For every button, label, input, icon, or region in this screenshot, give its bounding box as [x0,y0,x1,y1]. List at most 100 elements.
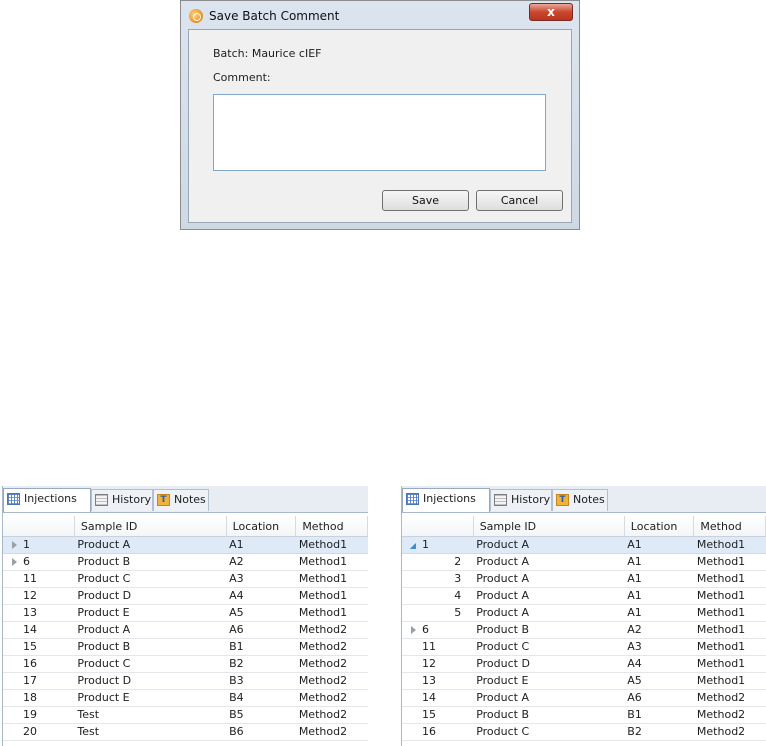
cell-method: Method2 [295,638,368,656]
cell-injection-id: 18 [3,689,75,707]
cell-location: A6 [624,689,694,707]
column-header-id[interactable] [3,516,75,537]
cell-injection-id: 12 [3,587,75,605]
history-icon [494,494,507,506]
notes-icon: T [556,494,569,506]
table-header-row: Sample ID Location Method [3,516,368,537]
history-icon [95,494,108,506]
table-row[interactable]: 5 Product A A1 Method1 [402,604,766,622]
table-row[interactable]: 15 Product B B1 Method2 [3,638,368,656]
save-batch-comment-dialog: Save Batch Comment x Batch: Maurice cIEF… [180,0,580,230]
cell-sample-id: Product A [74,536,227,554]
table-row[interactable]: 6 Product B A2 Method1 [402,621,766,639]
table-row[interactable]: 13 Product E A5 Method1 [402,672,766,690]
cell-sample-id: Product A [473,604,625,622]
column-header-location[interactable]: Location [624,516,695,537]
tab-notes[interactable]: T Notes [153,489,209,511]
cell-injection-id: 4 [402,587,474,605]
save-button[interactable]: Save [382,190,469,211]
table-row[interactable]: 14 Product A A6 Method2 [3,621,368,639]
cell-location: A5 [226,604,296,622]
close-button[interactable]: x [529,3,573,21]
table-row[interactable]: 20 Test B6 Method2 [3,723,368,741]
cell-sample-id: Product C [74,570,227,588]
cell-method: Method1 [693,536,766,554]
cell-injection-id: 6 [3,553,75,571]
cell-method: Method1 [693,604,766,622]
cell-injection-id: 2 [402,553,474,571]
column-header-sample-id[interactable]: Sample ID [74,516,227,537]
cell-location: B3 [226,672,296,690]
cell-method: Method2 [693,689,766,707]
column-header-sample-id[interactable]: Sample ID [473,516,625,537]
table-row[interactable]: 3 Product A A1 Method1 [402,570,766,588]
cell-injection-id: 13 [402,672,474,690]
table-row[interactable]: 18 Product E B4 Method2 [3,689,368,707]
cell-location: A4 [624,655,694,673]
tab-injections[interactable]: Injections [402,488,490,512]
close-icon: x [547,5,555,19]
cell-injection-id: 1 [3,536,75,554]
table-row[interactable]: 16 Product C B2 Method2 [402,723,766,741]
cell-location: A1 [624,536,694,554]
column-header-method[interactable]: Method [295,516,368,537]
cell-sample-id: Product C [74,655,227,673]
tab-label: Injections [423,492,476,505]
table-row[interactable]: 13 Product E A5 Method1 [3,604,368,622]
cell-sample-id: Product E [74,604,227,622]
table-row[interactable]: 2 Product A A1 Method1 [402,553,766,571]
column-header-location[interactable]: Location [226,516,297,537]
cell-location: A2 [226,553,296,571]
cell-injection-id: 15 [3,638,75,656]
panel-tab-bar: Injections History T Notes [402,486,766,513]
comment-label: Comment: [213,71,271,84]
cancel-button[interactable]: Cancel [476,190,563,211]
cell-sample-id: Product C [473,638,625,656]
cell-method: Method1 [693,553,766,571]
cell-location: A3 [226,570,296,588]
table-row[interactable]: 17 Product D B3 Method2 [3,672,368,690]
table-row[interactable]: 11 Product C A3 Method1 [402,638,766,656]
cell-sample-id: Product D [74,587,227,605]
tab-history[interactable]: History [91,489,153,511]
table-row[interactable]: 12 Product D A4 Method1 [3,587,368,605]
cell-location: A4 [226,587,296,605]
comment-input[interactable] [213,94,546,171]
table-row[interactable]: 12 Product D A4 Method1 [402,655,766,673]
cell-method: Method2 [295,723,368,741]
app-logo-icon [189,9,203,23]
table-row[interactable]: 11 Product C A3 Method1 [3,570,368,588]
cell-sample-id: Product E [473,672,625,690]
cell-location: B2 [624,723,694,741]
cell-injection-id: 11 [3,570,75,588]
dialog-body: Batch: Maurice cIEF Comment: Save Cancel [188,29,572,223]
table-row[interactable]: 6 Product B A2 Method1 [3,553,368,571]
table-row[interactable]: 16 Product C B2 Method2 [3,655,368,673]
cell-location: A1 [624,587,694,605]
cell-method: Method2 [295,706,368,724]
cell-method: Method1 [295,587,368,605]
cell-method: Method1 [295,570,368,588]
expand-triangle-icon[interactable] [12,541,17,549]
dialog-title-bar[interactable]: Save Batch Comment x [181,1,579,29]
table-header-row: Sample ID Location Method [402,516,766,537]
column-header-id[interactable] [402,516,474,537]
cell-injection-id: 6 [402,621,474,639]
table-row[interactable]: 1 Product A A1 Method1 [3,536,368,554]
expand-triangle-icon[interactable] [411,626,416,634]
column-header-method[interactable]: Method [693,516,766,537]
tab-notes[interactable]: T Notes [552,489,608,511]
table-row[interactable]: 14 Product A A6 Method2 [402,689,766,707]
cell-method: Method1 [693,621,766,639]
tab-injections[interactable]: Injections [3,488,91,512]
expanded-triangle-icon[interactable] [410,543,416,549]
cell-location: A1 [226,536,296,554]
cell-location: B1 [624,706,694,724]
expand-triangle-icon[interactable] [12,558,17,566]
table-row[interactable]: 15 Product B B1 Method2 [402,706,766,724]
tab-history[interactable]: History [490,489,552,511]
cell-method: Method2 [693,723,766,741]
table-row[interactable]: 19 Test B5 Method2 [3,706,368,724]
table-row[interactable]: 1 Product A A1 Method1 [402,536,766,554]
table-row[interactable]: 4 Product A A1 Method1 [402,587,766,605]
